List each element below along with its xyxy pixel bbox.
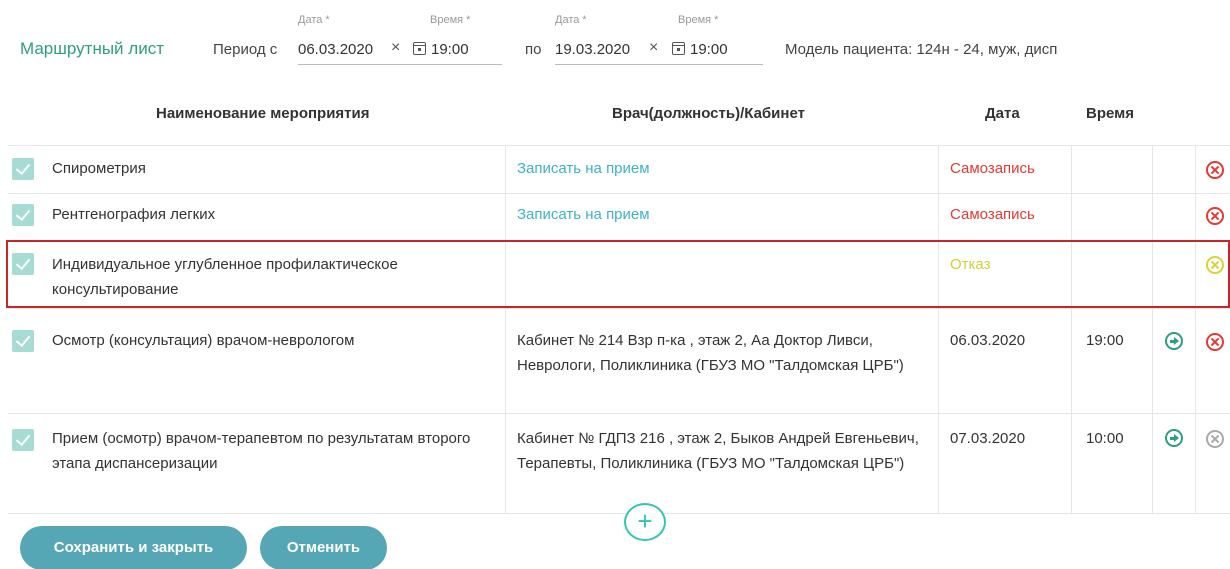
clear-date-from-icon[interactable]: × (391, 39, 400, 57)
date-to-underline (555, 64, 763, 65)
date-to-caption: Дата * (555, 14, 587, 26)
status-self-booking: Самозапись (950, 160, 1035, 177)
event-name: Осмотр (консультация) врачом-неврологом (52, 332, 355, 349)
table-row: Осмотр (консультация) врачом-неврологом … (0, 308, 1230, 413)
event-name: Спирометрия (52, 160, 146, 177)
period-from-label: Период с (213, 41, 278, 58)
column-header-time: Время (1086, 105, 1134, 122)
period-to-label: по (525, 41, 542, 58)
save-and-close-button[interactable]: Сохранить и закрыть (20, 526, 247, 569)
date-to-field[interactable]: Дата * 19.03.2020 × Время * 19:00 (555, 14, 763, 65)
highlight-frame (6, 240, 1230, 308)
row-checkbox[interactable] (12, 330, 34, 352)
calendar-icon[interactable] (672, 42, 685, 55)
time-from-value[interactable]: 19:00 (431, 41, 469, 58)
remove-icon[interactable] (1206, 207, 1224, 225)
doctor-cabinet: Кабинет № ГДПЗ 216 , этаж 2, Быков Андре… (517, 430, 919, 472)
status-self-booking: Самозапись (950, 206, 1035, 223)
column-header-date: Дата (985, 105, 1020, 122)
row-divider (8, 513, 1230, 514)
arrow-right-circle-icon[interactable] (1165, 429, 1183, 447)
arrow-right-circle-icon[interactable] (1165, 332, 1183, 350)
row-checkbox[interactable] (12, 158, 34, 180)
column-header-doctor: Врач(должность)/Кабинет (612, 105, 805, 122)
time-from-caption: Время * (430, 14, 471, 26)
patient-model: Модель пациента: 124н - 24, муж, дисп (785, 41, 1058, 58)
row-checkbox[interactable] (12, 204, 34, 226)
event-name: Рентгенография легких (52, 206, 216, 223)
clear-date-to-icon[interactable]: × (649, 39, 658, 57)
date-from-caption: Дата * (298, 14, 330, 26)
time-to-caption: Время * (678, 14, 719, 26)
appointment-date: 06.03.2020 (950, 332, 1026, 349)
time-to-value[interactable]: 19:00 (690, 41, 728, 58)
column-header-event: Наименование мероприятия (156, 105, 370, 122)
appointment-time: 19:00 (1086, 332, 1124, 349)
table-row: Рентгенография легких Записать на прием … (0, 193, 1230, 240)
remove-icon[interactable] (1206, 333, 1224, 351)
appointment-date: 07.03.2020 (950, 430, 1026, 447)
add-event-button[interactable]: + (624, 503, 666, 541)
date-from-field[interactable]: Дата * 06.03.2020 × Время * 19:00 (298, 14, 502, 65)
table-row: Спирометрия Записать на прием Самозапись (0, 145, 1230, 193)
page-title: Маршрутный лист (20, 39, 164, 58)
book-appointment-link[interactable]: Записать на прием (517, 156, 650, 181)
date-from-underline (298, 64, 502, 65)
table-row: Прием (осмотр) врачом-терапевтом по резу… (0, 413, 1230, 513)
cancel-button[interactable]: Отменить (260, 526, 387, 569)
row-checkbox[interactable] (12, 429, 34, 451)
remove-icon[interactable] (1206, 161, 1224, 179)
date-to-value[interactable]: 19.03.2020 (555, 41, 630, 58)
appointment-time: 10:00 (1086, 430, 1124, 447)
date-from-value[interactable]: 06.03.2020 (298, 41, 373, 58)
route-sheet-header: Маршрутный лист Период с Дата * 06.03.20… (0, 0, 1230, 80)
calendar-icon[interactable] (413, 42, 426, 55)
book-appointment-link[interactable]: Записать на прием (517, 202, 650, 227)
doctor-cabinet: Кабинет № 214 Взр п-ка , этаж 2, Аа Докт… (517, 332, 904, 374)
event-name: Прием (осмотр) врачом-терапевтом по резу… (52, 430, 471, 472)
remove-icon[interactable] (1206, 430, 1224, 448)
